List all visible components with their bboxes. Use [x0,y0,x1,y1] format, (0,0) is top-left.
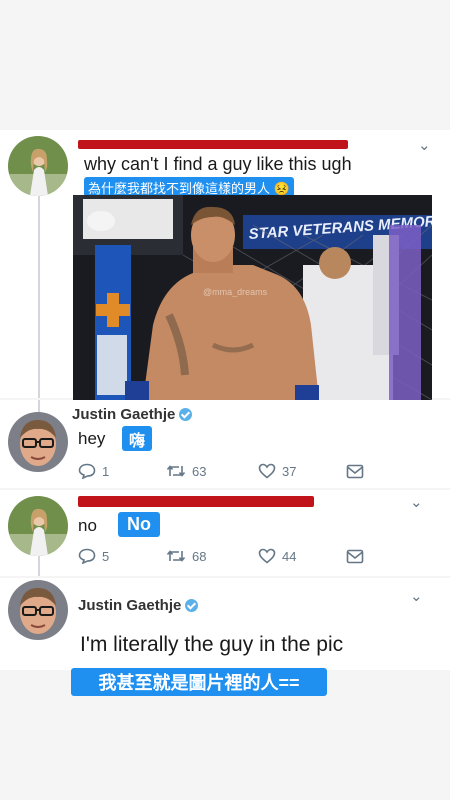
display-name[interactable]: Justin Gaethje [72,406,193,423]
retweet-count: 68 [192,548,207,564]
verified-badge-icon [185,599,199,612]
avatar[interactable] [8,496,68,556]
verified-badge-icon [179,408,193,421]
message-icon [346,549,364,563]
tweet-text: I'm literally the guy in the pic [80,633,344,656]
avatar[interactable] [8,412,68,472]
dm-action[interactable] [346,549,364,564]
message-icon [346,464,364,478]
tweet-text: why can't I find a guy like this ugh [84,154,352,174]
retweet-icon [166,550,186,562]
retweet-action[interactable]: 68 [166,548,258,564]
tweet-text: hey [78,429,106,448]
translation-label: 為什麼我都找不到像這樣的男人 😣 [84,177,294,197]
display-name[interactable]: Justin Gaethje [78,597,199,614]
reply-action[interactable]: 1 [78,463,166,479]
reply-icon [78,463,96,479]
like-action[interactable]: 44 [258,548,346,564]
reply-action[interactable]: 5 [78,548,166,564]
like-action[interactable]: 37 [258,463,346,479]
translation-label: 我甚至就是圖片裡的人== [71,668,327,696]
like-count: 44 [282,548,297,564]
reply-icon [78,548,96,564]
avatar[interactable] [8,136,68,196]
avatar[interactable] [8,580,68,640]
translation-label: 嗨 [122,426,152,451]
retweet-icon [166,465,186,477]
like-count: 37 [282,463,297,479]
chevron-down-icon[interactable]: ⌄ [410,589,423,604]
redacted-username [78,140,348,149]
tweet-photo[interactable]: STAR VETERANS MEMORIAL @mma_dreams [73,195,432,400]
heart-icon [258,463,276,479]
chevron-down-icon[interactable]: ⌄ [418,138,431,153]
thread-line [38,556,40,576]
reply-count: 5 [102,548,110,564]
chevron-down-icon[interactable]: ⌄ [410,495,423,510]
retweet-count: 63 [192,463,207,479]
tweet-actions: 5 68 44 [78,546,378,566]
thread-line [38,196,40,398]
photo-watermark: @mma_dreams [203,287,268,297]
retweet-action[interactable]: 63 [166,463,258,479]
reply-count: 1 [102,463,110,479]
translation-label: No [118,512,160,537]
dm-action[interactable] [346,464,364,479]
redacted-username [78,496,314,507]
tweet-text: no [78,516,97,535]
tweet-actions: 1 63 37 [78,461,378,481]
heart-icon [258,548,276,564]
